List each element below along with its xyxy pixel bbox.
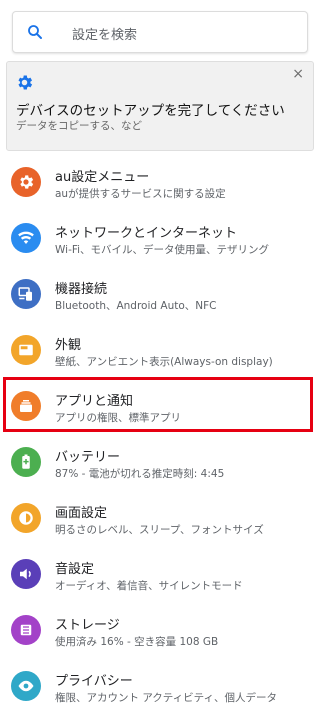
item-subtitle: auが提供するサービスに関する設定 xyxy=(55,188,226,200)
item-title: ストレージ xyxy=(55,618,120,633)
storage-icon xyxy=(11,615,41,645)
au-gear-icon xyxy=(11,167,41,197)
item-subtitle: 権限、アカウント アクティビティ、個人データ xyxy=(55,692,278,704)
privacy-icon xyxy=(11,671,41,701)
search-placeholder: 設定を検索 xyxy=(72,28,138,43)
item-subtitle: オーディオ、着信音、サイレントモード xyxy=(55,580,243,592)
search-bar[interactable]: 設定を検索 xyxy=(12,11,308,53)
item-title: au設定メニュー xyxy=(55,170,150,185)
item-subtitle: 壁紙、アンビエント表示(Always-on display) xyxy=(55,356,273,368)
item-title: 機器接続 xyxy=(55,282,108,297)
gear-icon xyxy=(18,75,33,90)
item-subtitle: Wi-Fi、モバイル、データ使用量、テザリング xyxy=(55,244,270,256)
display-icon xyxy=(11,335,41,365)
suggestion-title: デバイスのセットアップを完了してください xyxy=(16,103,285,119)
settings-item-battery[interactable]: バッテリー 87% - 電池が切れる推定時刻: 4:45 xyxy=(0,434,319,490)
item-subtitle: 使用済み 16% - 空き容量 108 GB xyxy=(55,636,219,648)
suggestion-subtitle: データをコピーする、など xyxy=(16,120,142,132)
wifi-icon xyxy=(11,223,41,253)
devices-icon xyxy=(11,279,41,309)
item-title: ネットワークとインターネット xyxy=(55,226,238,241)
battery-icon xyxy=(11,447,41,477)
volume-icon xyxy=(11,559,41,589)
item-title: バッテリー xyxy=(55,450,121,465)
settings-item-privacy[interactable]: プライバシー 権限、アカウント アクティビティ、個人データ xyxy=(0,658,319,714)
settings-item-display[interactable]: 外観 壁紙、アンビエント表示(Always-on display) xyxy=(0,322,319,378)
settings-item-devices[interactable]: 機器接続 Bluetooth、Android Auto、NFC xyxy=(0,266,319,322)
brightness-icon xyxy=(11,503,41,533)
settings-item-screen[interactable]: 画面設定 明るさのレベル、スリープ、フォントサイズ xyxy=(0,490,319,546)
settings-item-au[interactable]: au設定メニュー auが提供するサービスに関する設定 xyxy=(0,154,319,210)
item-subtitle: Bluetooth、Android Auto、NFC xyxy=(55,300,217,312)
item-title: 音設定 xyxy=(55,562,95,577)
item-subtitle: 87% - 電池が切れる推定時刻: 4:45 xyxy=(55,468,225,480)
settings-item-storage[interactable]: ストレージ 使用済み 16% - 空き容量 108 GB xyxy=(0,602,319,658)
item-subtitle: 明るさのレベル、スリープ、フォントサイズ xyxy=(55,524,264,536)
search-icon xyxy=(28,25,42,39)
item-title: プライバシー xyxy=(55,674,133,689)
settings-item-sound[interactable]: 音設定 オーディオ、着信音、サイレントモード xyxy=(0,546,319,602)
item-title: 画面設定 xyxy=(55,506,108,521)
item-title: 外観 xyxy=(55,338,82,353)
highlight-box xyxy=(3,377,313,432)
setup-suggestion-card[interactable]: × デバイスのセットアップを完了してください データをコピーする、など xyxy=(6,61,314,151)
settings-item-network[interactable]: ネットワークとインターネット Wi-Fi、モバイル、データ使用量、テザリング xyxy=(0,210,319,266)
close-icon[interactable]: × xyxy=(292,67,304,81)
